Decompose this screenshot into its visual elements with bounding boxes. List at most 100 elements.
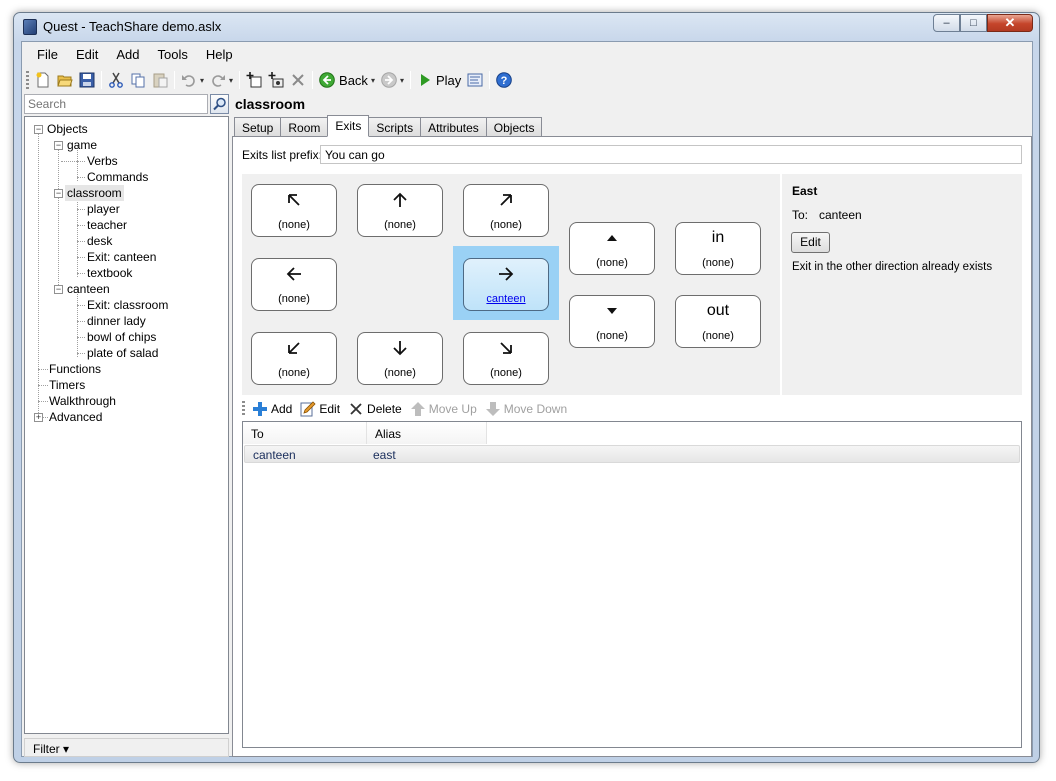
tree-item-verbs[interactable]: Verbs	[87, 153, 118, 169]
southeast-exit-button[interactable]: (none)	[463, 332, 549, 385]
filter-dropdown[interactable]: Filter ▾	[24, 738, 229, 757]
maximize-button[interactable]: □	[960, 14, 987, 32]
add-exit-button[interactable]: Add	[248, 401, 296, 417]
tab-setup[interactable]: Setup	[234, 117, 282, 137]
tab-room[interactable]: Room	[280, 117, 329, 137]
help-button[interactable]: ?	[493, 69, 515, 91]
forward-button[interactable]: ▾	[378, 69, 407, 91]
toolbar-grip[interactable]	[26, 71, 29, 89]
compass-grid: (none) (none) (none) (none) canteen (non…	[242, 174, 780, 395]
window-title: Quest - TeachShare demo.aslx	[43, 19, 222, 34]
tree-item-textbook[interactable]: textbook	[87, 265, 132, 281]
southwest-exit-label: (none)	[278, 367, 310, 379]
delete-toolbar-button[interactable]	[287, 69, 309, 91]
menu-help[interactable]: Help	[197, 47, 242, 62]
tab-attributes[interactable]: Attributes	[420, 117, 487, 137]
in-exit-button[interactable]: in (none)	[675, 222, 761, 275]
back-dropdown-icon[interactable]: ▾	[371, 76, 375, 85]
minimize-button[interactable]: –	[933, 14, 960, 32]
toolbar-separator	[409, 71, 411, 89]
tree-item-player[interactable]: player	[87, 201, 120, 217]
menu-add[interactable]: Add	[107, 47, 148, 62]
list-item[interactable]: canteen east	[244, 445, 1020, 463]
undo-dropdown-icon[interactable]: ▾	[200, 76, 204, 85]
tree-item-commands[interactable]: Commands	[87, 169, 148, 185]
tree-item-desk[interactable]: desk	[87, 233, 112, 249]
tree-item-canteen[interactable]: canteen	[67, 281, 110, 297]
menu-file[interactable]: File	[28, 47, 67, 62]
collapse-game-icon[interactable]: −	[54, 141, 63, 150]
exit-detail-edit-button[interactable]: Edit	[791, 232, 830, 253]
undo-button[interactable]: ▾	[178, 69, 207, 91]
tree-item-plate-of-salad[interactable]: plate of salad	[87, 345, 158, 361]
tree-item-objects[interactable]: Objects	[47, 121, 88, 137]
collapse-canteen-icon[interactable]: −	[54, 285, 63, 294]
up-exit-button[interactable]: (none)	[569, 222, 655, 275]
west-exit-button[interactable]: (none)	[251, 258, 337, 311]
southwest-exit-button[interactable]: (none)	[251, 332, 337, 385]
tree-item-dinner-lady[interactable]: dinner lady	[87, 313, 146, 329]
redo-button[interactable]: ▾	[207, 69, 236, 91]
copy-button[interactable]	[127, 69, 149, 91]
column-header-to[interactable]: To	[243, 422, 367, 444]
search-input[interactable]	[24, 94, 208, 114]
open-button[interactable]	[54, 69, 76, 91]
tree-item-advanced[interactable]: Advanced	[49, 409, 102, 425]
tree-item-timers[interactable]: Timers	[49, 377, 85, 393]
tab-exits[interactable]: Exits	[327, 115, 370, 137]
down-exit-button[interactable]: (none)	[569, 295, 655, 348]
menu-edit[interactable]: Edit	[67, 47, 107, 62]
tree-line	[77, 241, 85, 242]
south-exit-button[interactable]: (none)	[357, 332, 443, 385]
add-room-button[interactable]	[243, 69, 265, 91]
collapse-classroom-icon[interactable]: −	[54, 189, 63, 198]
out-exit-button[interactable]: out (none)	[675, 295, 761, 348]
paste-button[interactable]	[149, 69, 171, 91]
move-up-button[interactable]: Move Up	[406, 401, 481, 417]
back-label: Back	[339, 72, 368, 88]
tree-item-teacher[interactable]: teacher	[87, 217, 127, 233]
toolbar-grip[interactable]	[242, 401, 245, 417]
exits-list[interactable]: To Alias canteen east	[242, 421, 1022, 748]
back-arrow-icon	[319, 72, 335, 88]
tab-objects[interactable]: Objects	[485, 117, 543, 137]
north-exit-button[interactable]: (none)	[357, 184, 443, 237]
code-view-button[interactable]	[464, 69, 486, 91]
tree-item-classroom[interactable]: classroom	[65, 185, 124, 201]
east-exit-link[interactable]: canteen	[464, 293, 548, 305]
back-button[interactable]: Back ▾	[316, 69, 378, 91]
search-button[interactable]	[210, 94, 229, 114]
forward-dropdown-icon[interactable]: ▾	[400, 76, 404, 85]
move-down-button[interactable]: Move Down	[481, 401, 571, 417]
collapse-objects-icon[interactable]: −	[34, 125, 43, 134]
redo-dropdown-icon[interactable]: ▾	[229, 76, 233, 85]
add-object-button[interactable]	[265, 69, 287, 91]
tree-item-game[interactable]: game	[67, 137, 97, 153]
object-tree[interactable]: − − − − + Objects game Verbs Commands cl…	[24, 116, 229, 734]
client-area: File Edit Add Tools Help ▾ ▾ Back ▾ ▾ Pl…	[21, 41, 1033, 757]
column-header-alias[interactable]: Alias	[367, 422, 487, 444]
east-exit-button[interactable]: canteen	[463, 258, 549, 311]
menu-tools[interactable]: Tools	[149, 47, 197, 62]
edit-exit-button[interactable]: Edit	[296, 401, 344, 417]
new-button[interactable]	[32, 69, 54, 91]
save-disk-icon	[79, 72, 95, 88]
exits-prefix-input[interactable]	[320, 145, 1022, 164]
expand-advanced-icon[interactable]: +	[34, 413, 43, 422]
close-button[interactable]: ✕	[987, 14, 1033, 32]
northeast-exit-button[interactable]: (none)	[463, 184, 549, 237]
tree-item-exit-classroom[interactable]: Exit: classroom	[87, 297, 168, 313]
tab-scripts[interactable]: Scripts	[368, 117, 422, 137]
search-box	[24, 94, 229, 115]
tree-item-exit-canteen[interactable]: Exit: canteen	[87, 249, 156, 265]
play-button[interactable]: Play	[414, 69, 464, 91]
title-bar[interactable]: Quest - TeachShare demo.aslx – □ ✕	[14, 13, 1039, 41]
delete-exit-button[interactable]: Delete	[344, 401, 406, 417]
tree-item-bowl-of-chips[interactable]: bowl of chips	[87, 329, 156, 345]
cut-button[interactable]	[105, 69, 127, 91]
northwest-exit-button[interactable]: (none)	[251, 184, 337, 237]
tree-item-walkthrough[interactable]: Walkthrough	[49, 393, 116, 409]
save-button[interactable]	[76, 69, 98, 91]
tree-item-functions[interactable]: Functions	[49, 361, 101, 377]
exit-detail-panel: East To: canteen Edit Exit in the other …	[782, 174, 1022, 395]
